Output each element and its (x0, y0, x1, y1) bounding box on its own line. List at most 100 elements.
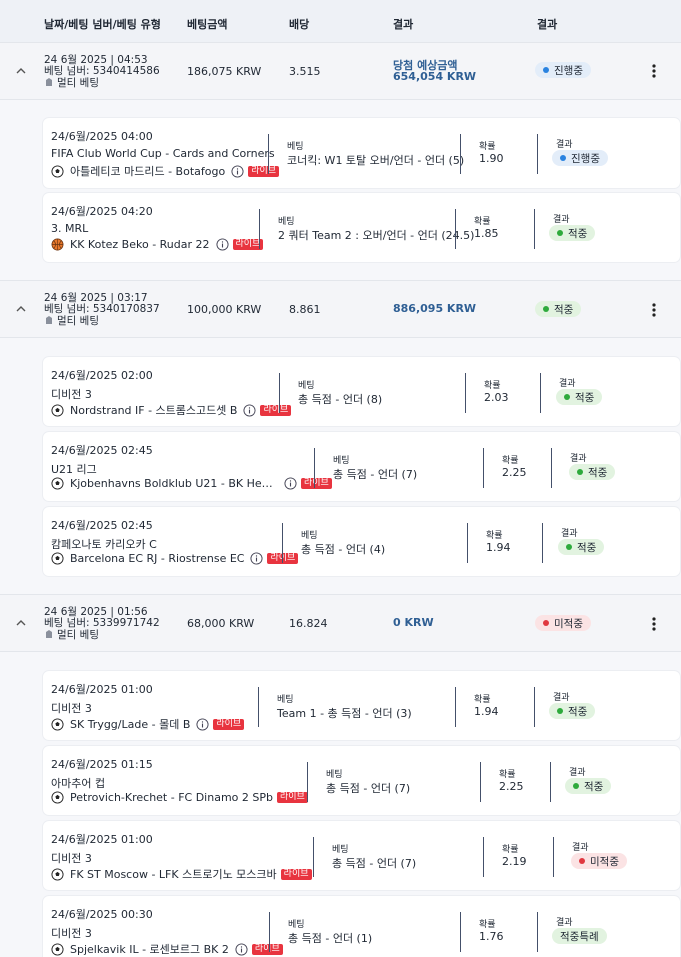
prob-label: 확률 (502, 845, 519, 855)
selection-card: 24/6월/2025 04:00 FIFA Club World Cup - C… (43, 118, 680, 188)
selection-card: 24/6월/2025 02:45 캄페오나토 카리오카 C Barcelona … (43, 507, 680, 576)
selection-league: 3. MRL (51, 222, 89, 235)
bet-summary-row[interactable]: 24 6월 2025 | 01:56 베팅 넘버: 5339971742 멀티 … (0, 594, 681, 652)
status-dot-icon (543, 620, 549, 626)
status-badge: 적중 (558, 539, 605, 555)
prob-label: 확률 (474, 695, 491, 705)
selection-date: 24/6월/2025 01:00 (51, 833, 153, 846)
info-icon[interactable] (250, 552, 264, 565)
info-icon[interactable] (196, 717, 209, 731)
live-badge: 라이브 (248, 165, 280, 177)
selection-prob: 2.19 (502, 855, 527, 868)
more-options-icon[interactable] (647, 302, 661, 318)
header-amount-col: 베팅금액 (187, 18, 228, 31)
bet-summary-row[interactable]: 24 6월 2025 | 03:17 베팅 넘버: 5340170837 멀티 … (0, 280, 681, 338)
info-icon[interactable] (235, 942, 248, 956)
selection-card: 24/6월/2025 04:20 3. MRL KK Kotez Beko - … (43, 193, 680, 262)
bet-label: 베팅 (287, 142, 304, 152)
selection-match: Spjelkavik IL - 로센보르그 BK 2 (70, 943, 229, 956)
selection-match: Kjobenhavns Boldklub U21 - BK Hekla U21 (70, 477, 278, 490)
selection-card: 24/6월/2025 02:00 디비전 3 Nordstrand IF - 스… (43, 357, 680, 426)
status-badge: 적중 (556, 389, 603, 405)
bet-meta: 24 6월 2025 | 01:56 베팅 넘버: 5339971742 멀티 … (44, 607, 160, 642)
header-date-col: 날짜/베팅 넘버/베팅 유형 (44, 18, 161, 31)
status-dot-icon (566, 544, 572, 550)
bet-type: 멀티 베팅 (57, 315, 99, 327)
selection-prob: 2.03 (484, 391, 509, 404)
selection-league: 디비전 3 (51, 852, 92, 865)
selection-bet: 총 득점 - 언더 (8) (298, 393, 383, 406)
bet-summary-row[interactable]: 24 6월 2025 | 04:53 베팅 넘버: 5340414586 멀티 … (0, 42, 681, 100)
live-badge: 라이브 (260, 404, 292, 416)
selection-date: 24/6월/2025 01:15 (51, 758, 153, 771)
selection-match: Petrovich-Krechet - FC Dinamo 2 SPb (70, 791, 273, 804)
selection-bet: 총 득점 - 언더 (1) (288, 932, 373, 945)
selection-date: 24/6월/2025 02:00 (51, 369, 153, 382)
chevron-up-icon[interactable] (14, 64, 28, 78)
selection-card: 24/6월/2025 02:45 U21 리그 Kjobenhavns Bold… (43, 432, 680, 501)
info-icon[interactable] (243, 403, 256, 417)
bet-type: 멀티 베팅 (57, 77, 99, 89)
bet-odds: 8.861 (289, 303, 321, 316)
prob-label: 확률 (486, 531, 503, 541)
bet-odds: 3.515 (289, 65, 321, 78)
more-options-icon[interactable] (647, 63, 661, 79)
status-dot-icon (557, 230, 563, 236)
basketball-icon (51, 238, 64, 251)
live-badge: 라이브 (301, 478, 332, 489)
bet-meta: 24 6월 2025 | 03:17 베팅 넘버: 5340170837 멀티 … (44, 293, 160, 328)
selection-league: 디비전 3 (51, 927, 92, 940)
selection-prob: 1.94 (474, 705, 499, 718)
live-badge: 라이브 (277, 792, 308, 803)
prob-label: 확률 (479, 142, 496, 152)
bet-label: 베팅 (301, 531, 318, 541)
status-dot-icon (579, 858, 585, 864)
live-badge: 라이브 (213, 718, 245, 730)
soccer-ball-icon (51, 477, 64, 490)
bet-label: 베팅 (326, 770, 343, 780)
soccer-ball-icon (51, 791, 64, 804)
more-options-icon[interactable] (647, 616, 661, 632)
prob-label: 확률 (499, 770, 516, 780)
chevron-up-icon[interactable] (14, 302, 28, 316)
bet-label: 베팅 (332, 845, 349, 855)
status-dot-icon (577, 469, 583, 475)
selection-card: 24/6월/2025 01:00 디비전 3 FK ST Moscow - LF… (43, 821, 680, 890)
result-label: 결과 (553, 693, 570, 703)
selection-match: FK ST Moscow - LFK 스트로기노 모스크바 (70, 868, 277, 881)
live-badge: 라이브 (251, 943, 283, 955)
selection-bet: 총 득점 - 언더 (4) (301, 543, 386, 556)
selection-card: 24/6월/2025 01:00 디비전 3 SK Trygg/Lade - 몰… (43, 671, 680, 740)
bet-amount: 68,000 KRW (187, 617, 255, 630)
selection-date: 24/6월/2025 04:00 (51, 130, 153, 143)
header-result-col: 결과 (393, 18, 414, 31)
bet-number: 베팅 넘버: 5340170837 (44, 303, 160, 315)
selection-league: 디비전 3 (51, 702, 92, 715)
header-odds-col: 배당 (289, 18, 310, 31)
bet-detail-group: 24/6월/2025 02:00 디비전 3 Nordstrand IF - 스… (0, 338, 681, 594)
info-icon[interactable] (284, 477, 297, 490)
bet-detail-group: 24/6월/2025 01:00 디비전 3 SK Trygg/Lade - 몰… (0, 652, 681, 957)
bet-meta: 24 6월 2025 | 04:53 베팅 넘버: 5340414586 멀티 … (44, 55, 160, 90)
chevron-up-icon[interactable] (14, 616, 28, 630)
selection-match: KK Kotez Beko - Rudar 22 (70, 238, 210, 251)
info-icon[interactable] (215, 238, 229, 251)
selection-prob: 1.94 (486, 541, 511, 554)
bet-label: 베팅 (278, 217, 295, 227)
result-label: 결과 (561, 529, 578, 539)
status-badge: 미적중 (535, 615, 591, 631)
selection-match: Barcelona EC RJ - Riostrense EC (70, 552, 245, 565)
info-icon[interactable] (231, 164, 244, 178)
selection-league: U21 리그 (51, 463, 97, 476)
selection-bet: 총 득점 - 언더 (7) (326, 782, 411, 795)
soccer-ball-icon (51, 717, 64, 731)
selection-prob: 2.25 (499, 780, 524, 793)
multi-bet-icon (44, 315, 54, 328)
bet-detail-group: 24/6월/2025 04:00 FIFA Club World Cup - C… (0, 100, 681, 280)
result-label: 결과 (559, 379, 576, 389)
bet-result: 당첨 예상금액 654,054 KRW (393, 59, 477, 83)
bet-amount: 100,000 KRW (187, 303, 262, 316)
prob-label: 확률 (502, 456, 519, 466)
bet-label: 베팅 (298, 381, 315, 391)
status-badge: 적중특례 (552, 928, 607, 944)
